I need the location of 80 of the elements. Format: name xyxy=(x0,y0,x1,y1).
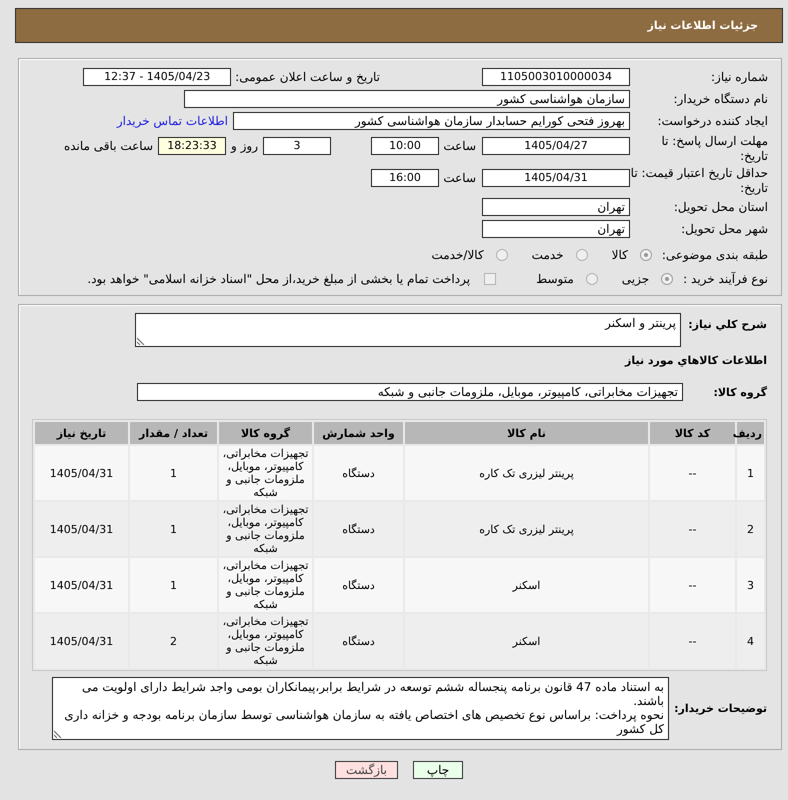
table-cell: پرینتر لیزری تک کاره xyxy=(405,446,648,500)
table-cell: دستگاه xyxy=(314,614,403,668)
time-field: 16:00 xyxy=(371,169,439,187)
table-cell: -- xyxy=(650,502,735,556)
city-field: تهران xyxy=(482,220,630,238)
contact-link[interactable]: اطلاعات تماس خریدار xyxy=(116,114,228,128)
column-header: نام کالا xyxy=(405,422,648,444)
notes-text: نحوه پرداخت: براساس نوع تخصیص های اختصاص یافته به سازمان هواشناسی توسط سازمان برنامه بودجه و خزانه داری کل کشور xyxy=(63,708,664,736)
column-header: واحد شمارش xyxy=(314,422,403,444)
print-button[interactable]: چاپ xyxy=(413,761,463,779)
field-label: گروه کالا: xyxy=(712,386,767,398)
column-header: کد کالا xyxy=(650,422,735,444)
table-cell: 2 xyxy=(737,502,764,556)
table-cell: تجهیزات مخابراتی، کامپیوتر، موبایل، ملزومات جانبی و شبکه xyxy=(219,558,312,612)
table-cell: 1405/04/31 xyxy=(35,502,128,556)
buyer-org-field: سازمان هواشناسی کشور xyxy=(184,90,630,108)
table-cell: 1 xyxy=(130,502,217,556)
column-header: تاریخ نیاز xyxy=(35,422,128,444)
table-cell: -- xyxy=(650,614,735,668)
table-cell: دستگاه xyxy=(314,558,403,612)
date-field: 1405/04/31 xyxy=(482,169,630,187)
page-title: جزئیات اطلاعات نیاز xyxy=(648,19,758,32)
field-label: شهر محل تحویل: xyxy=(680,222,768,236)
time-field: 10:00 xyxy=(371,137,439,155)
requester-field: بهروز فتحی کورایم حسابدار سازمان هواشناسی کشور xyxy=(233,112,630,130)
field-label: توضیحات خریدار: xyxy=(673,702,767,715)
radio-option[interactable]: جزیی xyxy=(622,272,674,286)
need-number-field: 1105003010000034 xyxy=(482,68,630,86)
table-cell: 3 xyxy=(737,558,764,612)
notes-text: به استناد ماده 47 قانون برنامه پنجساله ششم توسعه در شرایط برابر،پیمانکاران بومی واجد شرایط دارای اولویت می باشند. xyxy=(81,680,664,708)
resize-grip-icon xyxy=(54,730,62,738)
radio-option[interactable]: کالا xyxy=(612,248,652,262)
field-label: طبقه بندی موضوعی: xyxy=(662,248,768,262)
announce-datetime-field: 1405/04/23 - 12:37 xyxy=(83,68,232,86)
days-field: 3 xyxy=(263,137,331,155)
table-cell: 1405/04/31 xyxy=(35,614,128,668)
table-cell: اسکنر xyxy=(405,558,648,612)
table-cell: تجهیزات مخابراتی، کامپیوتر، موبایل، ملزومات جانبی و شبکه xyxy=(219,502,312,556)
field-label: ساعت باقی مانده xyxy=(62,138,154,155)
field-label: شرح کلي نیاز: xyxy=(687,318,767,331)
table-cell: 1405/04/31 xyxy=(35,446,128,500)
section-title: اطلاعات کالاهاي مورد نیاز xyxy=(624,353,767,369)
field-label: روز و xyxy=(230,138,259,155)
table-cell: تجهیزات مخابراتی، کامپیوتر، موبایل، ملزومات جانبی و شبکه xyxy=(219,614,312,668)
table-cell: اسکنر xyxy=(405,614,648,668)
table-cell: تجهیزات مخابراتی، کامپیوتر، موبایل، ملزومات جانبی و شبکه xyxy=(219,446,312,500)
table-cell: 1405/04/31 xyxy=(35,558,128,612)
table-cell: 1 xyxy=(737,446,764,500)
table-cell: 1 xyxy=(130,558,217,612)
table-cell: -- xyxy=(650,558,735,612)
resize-grip-icon xyxy=(137,337,145,345)
date-field: 1405/04/27 xyxy=(482,137,630,155)
description-text: پرینتر و اسکنر xyxy=(605,316,676,330)
province-field: تهران xyxy=(482,198,630,216)
column-header: تعداد / مقدار xyxy=(130,422,217,444)
remaining-time-field: 18:23:33 xyxy=(158,137,226,155)
table-cell: پرینتر لیزری تک کاره xyxy=(405,502,648,556)
checkbox-option[interactable]: پرداخت تمام یا بخشی از مبلغ خرید،از محل "اسناد خزانه اسلامی" خواهد بود. xyxy=(87,272,496,286)
table-cell: 1 xyxy=(130,446,217,500)
field-label: نام دستگاه خریدار: xyxy=(672,92,768,106)
table-cell: دستگاه xyxy=(314,502,403,556)
field-label: مهلت ارسال پاسخ: تا تاریخ: xyxy=(660,134,768,164)
field-label: تاریخ و ساعت اعلان عمومی: xyxy=(235,70,380,84)
radio-option[interactable]: کالا/خدمت xyxy=(431,248,508,262)
field-label: شماره نیاز: xyxy=(710,70,768,84)
field-label: نوع فرآیند خرید : xyxy=(683,272,768,286)
radio-option[interactable]: متوسط xyxy=(536,272,598,286)
radio-option[interactable]: خدمت xyxy=(532,248,588,262)
table-cell: -- xyxy=(650,446,735,500)
table-cell: 4 xyxy=(737,614,764,668)
field-label: استان محل تحویل: xyxy=(672,200,768,214)
field-label: حداقل تاریخ اعتبار قیمت: تا تاریخ: xyxy=(630,166,768,196)
back-button[interactable]: بازگشت xyxy=(335,761,398,779)
goods-group-field: تجهیزات مخابراتی، کامپیوتر، موبایل، ملزومات جانبی و شبکه xyxy=(137,383,683,401)
field-label: ساعت xyxy=(442,138,477,155)
field-label: ساعت xyxy=(442,170,477,187)
column-header: گروه کالا xyxy=(219,422,312,444)
table-cell: دستگاه xyxy=(314,446,403,500)
table-cell: 2 xyxy=(130,614,217,668)
field-label: ایجاد کننده درخواست: xyxy=(656,114,768,128)
